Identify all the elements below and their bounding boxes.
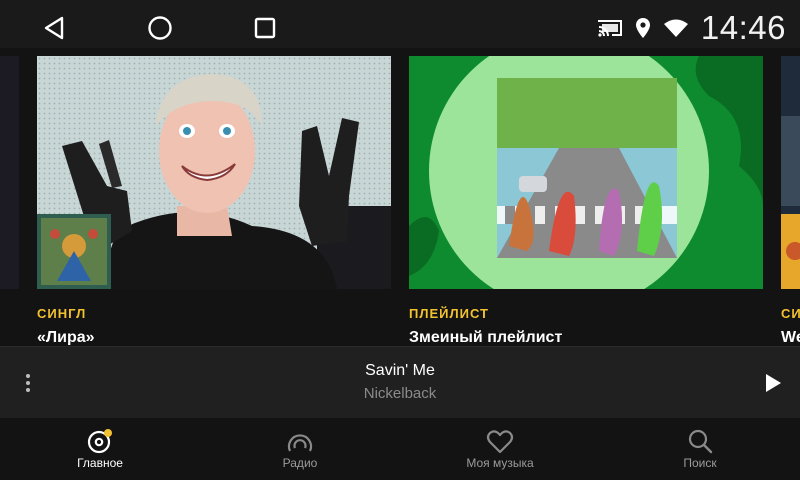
feed-card-playlist[interactable]: ПЛЕЙЛИСТ Змеиный плейлист [409, 56, 763, 345]
card-cover-image[interactable] [409, 56, 763, 289]
status-bar: 14:46 [0, 0, 800, 48]
card-title: Змеиный плейлист [409, 329, 563, 345]
location-icon [635, 18, 650, 38]
home-icon [148, 16, 172, 40]
recents-button[interactable] [249, 12, 281, 44]
bottom-tab-bar: Главное Радио Моя музыка Поиск [0, 418, 800, 480]
feed-card-single[interactable]: СИНГЛ «Лира» [37, 56, 391, 345]
radio-icon [287, 434, 313, 452]
card-title: We [781, 329, 800, 345]
tab-label: Главное [77, 456, 123, 470]
tab-label: Моя музыка [466, 456, 534, 470]
home-button[interactable] [144, 12, 176, 44]
cast-icon [597, 20, 622, 37]
clock: 14:46 [700, 9, 786, 46]
status-indicators: 14:46 [597, 8, 786, 48]
card-cover-image[interactable] [781, 56, 800, 289]
feed-carousel[interactable]: СИНГЛ «Лира» ПЛЕЙЛИСТ Змеиный плейлист С… [0, 48, 800, 345]
card-cover-image[interactable] [37, 56, 391, 289]
heart-icon [486, 430, 514, 454]
card-title: «Лира» [37, 329, 95, 345]
card-type-label: СИ [781, 306, 800, 321]
back-icon [44, 16, 64, 40]
previous-card-edge[interactable] [0, 56, 19, 289]
search-icon [688, 429, 713, 454]
tab-my-music[interactable]: Моя музыка [400, 418, 600, 480]
feed-card-next[interactable]: СИ We [781, 56, 800, 345]
home-disc-icon [87, 429, 112, 454]
tab-radio[interactable]: Радио [200, 418, 400, 480]
artist-photo [37, 56, 391, 289]
card-type-label: СИНГЛ [37, 306, 87, 321]
track-title: Savin' Me [365, 362, 435, 379]
wifi-icon [663, 19, 688, 37]
playlist-cover [409, 56, 763, 289]
mini-player[interactable]: Savin' Me Nickelback [0, 346, 800, 419]
recents-icon [254, 17, 276, 39]
track-artist: Nickelback [363, 385, 437, 402]
tab-label: Радио [282, 456, 318, 470]
tab-home[interactable]: Главное [0, 418, 200, 480]
tab-search[interactable]: Поиск [600, 418, 800, 480]
back-button[interactable] [38, 12, 70, 44]
play-button[interactable] [764, 373, 782, 393]
card-type-label: ПЛЕЙЛИСТ [409, 306, 489, 321]
play-icon [766, 374, 781, 392]
tab-label: Поиск [683, 456, 717, 470]
next-card-cover [781, 56, 800, 289]
